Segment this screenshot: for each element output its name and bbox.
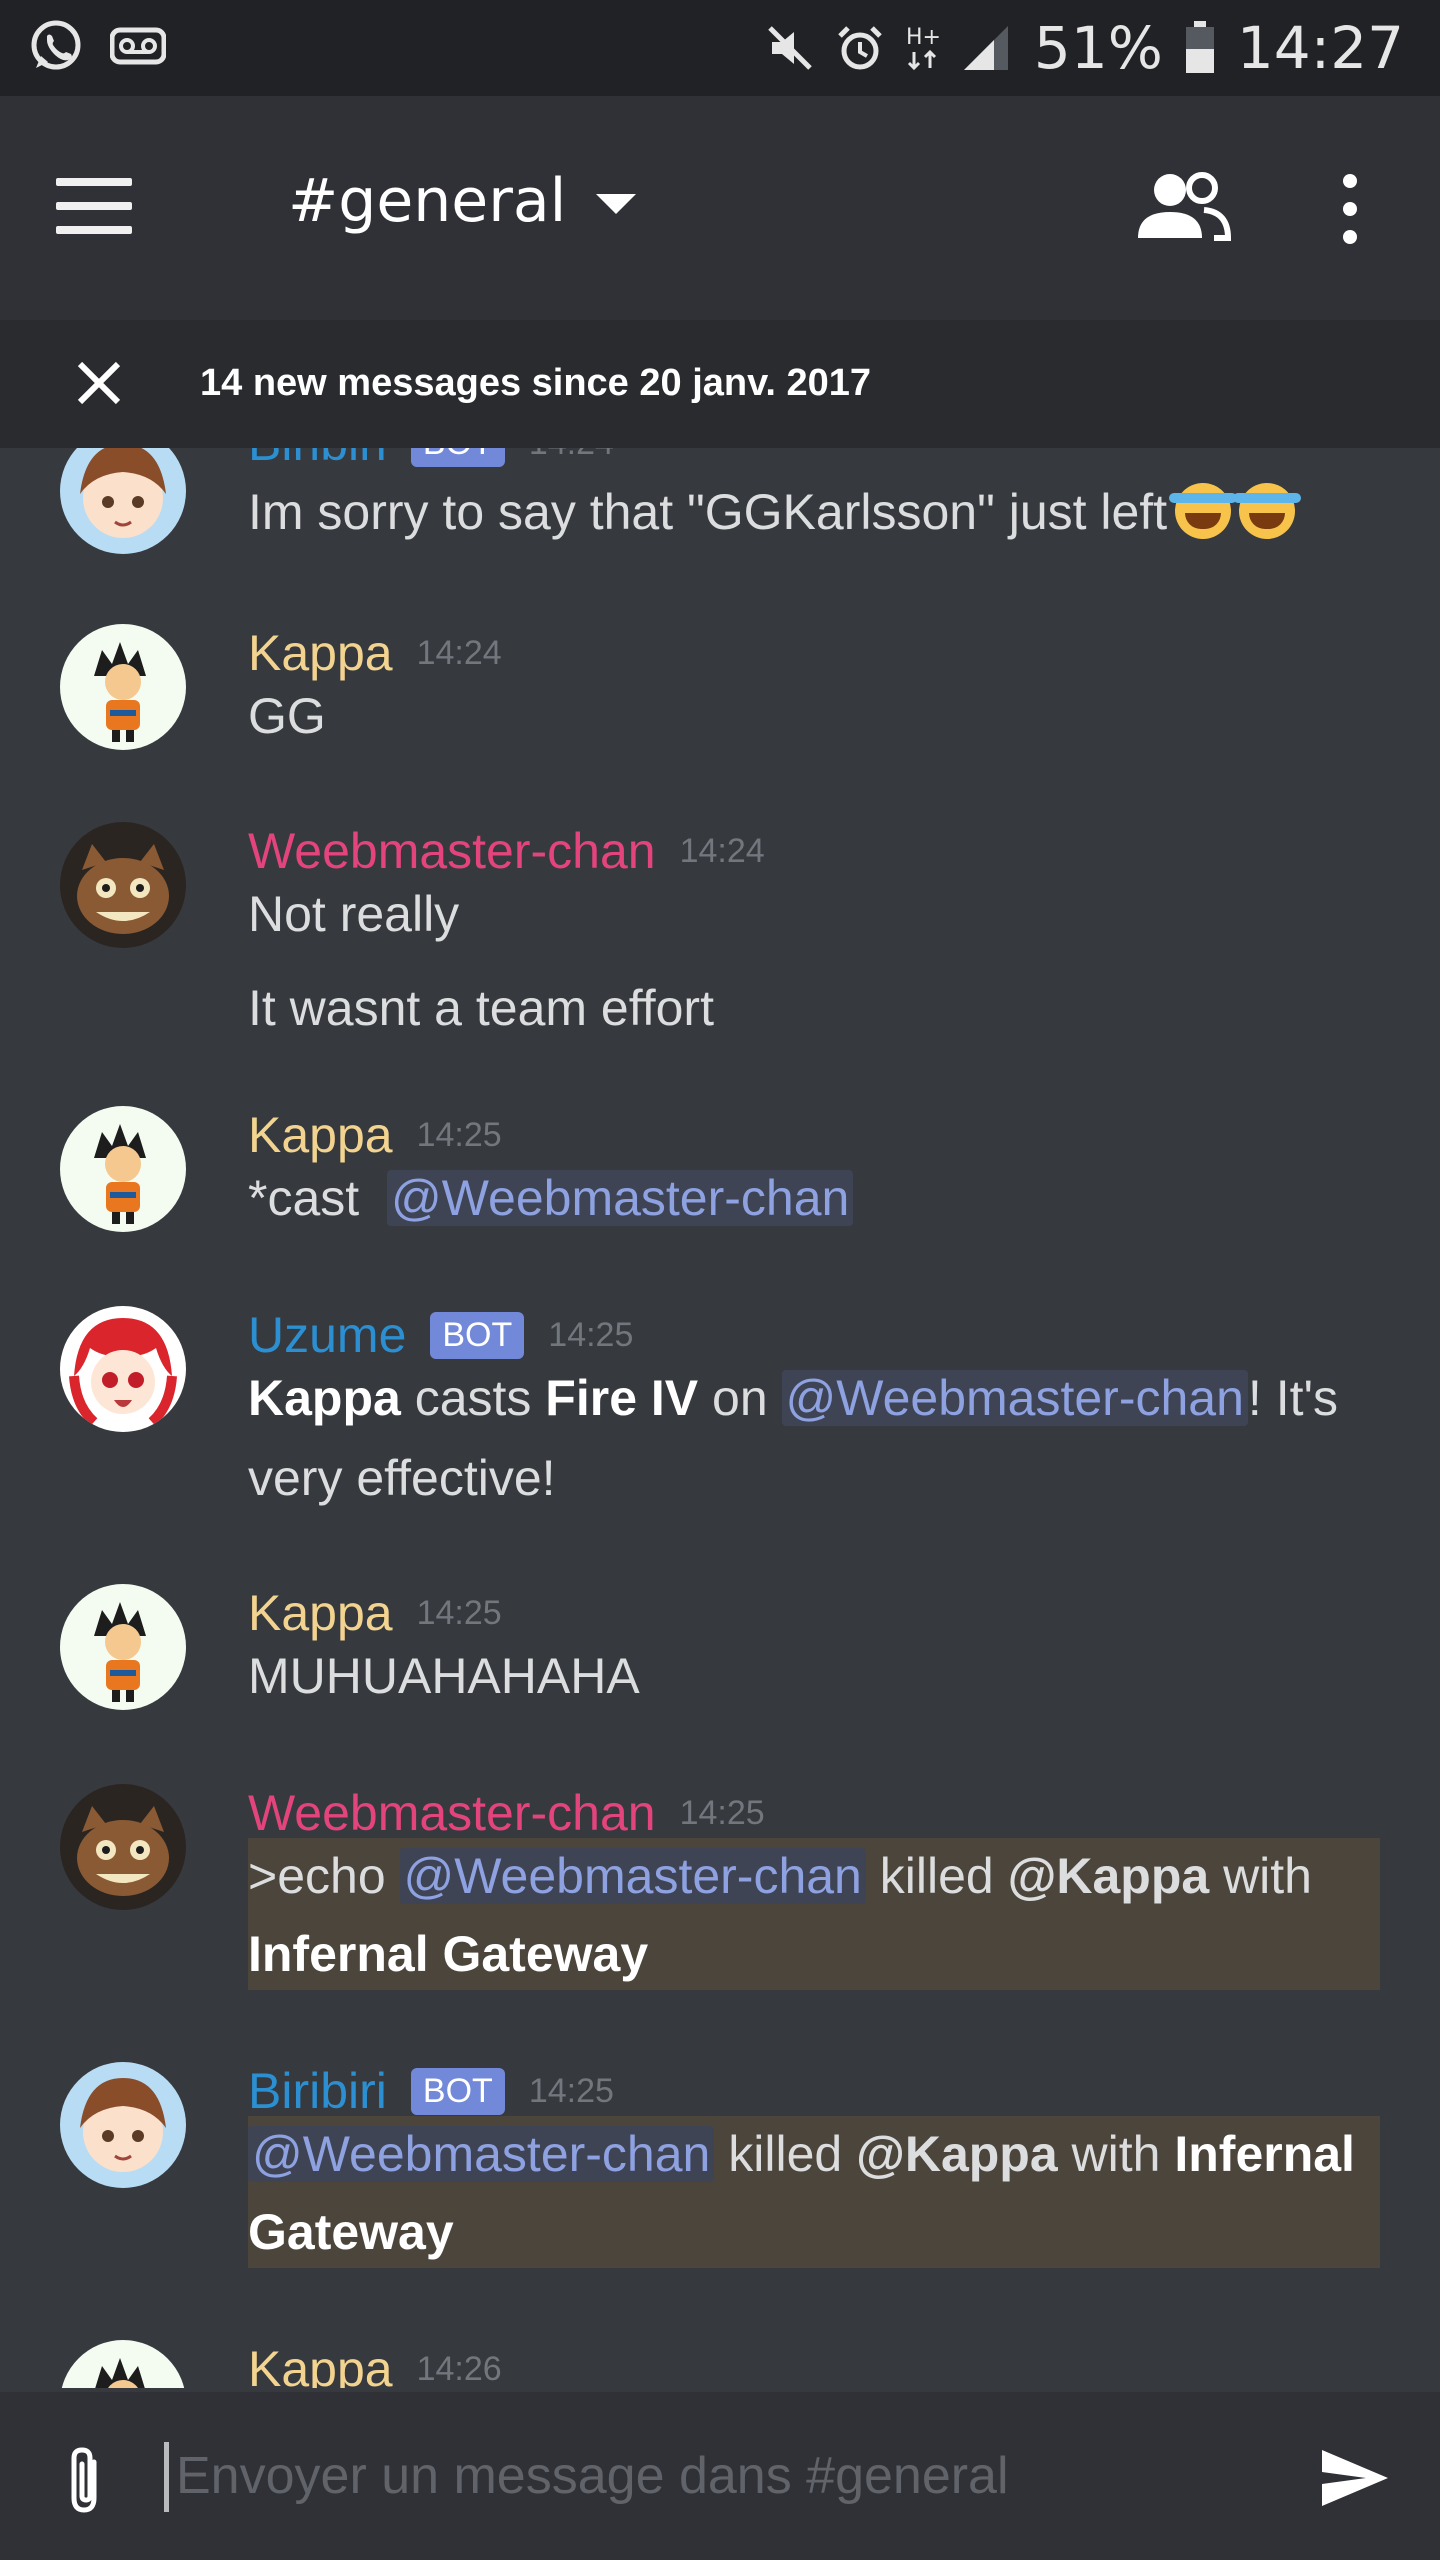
message-author[interactable]: Weebmaster-chan: [248, 1784, 656, 1842]
joy-emoji-icon: [1233, 483, 1302, 539]
message-author[interactable]: Kappa: [248, 624, 393, 682]
user-mention[interactable]: @Weebmaster-chan: [781, 1370, 1248, 1426]
message-time: 14:25: [528, 2071, 614, 2110]
avatar[interactable]: [60, 2340, 186, 2388]
mute-icon: [766, 24, 814, 72]
status-bar: H+ 51% 14:27: [0, 0, 1440, 96]
user-mention[interactable]: @Kappa: [856, 2126, 1058, 2182]
message-time: 14:25: [416, 1115, 502, 1154]
message-text: Infernal Gateway: [248, 1926, 649, 1982]
paperclip-icon[interactable]: [60, 2444, 110, 2520]
user-mention[interactable]: @Kappa: [1008, 1848, 1210, 1904]
close-icon[interactable]: [74, 358, 124, 408]
user-mention[interactable]: @Weebmaster-chan: [248, 2126, 715, 2182]
message-time: 14:25: [548, 1315, 634, 1354]
avatar[interactable]: [60, 1306, 186, 1432]
message-time: 14:24: [529, 448, 614, 463]
avatar[interactable]: [60, 2062, 186, 2188]
bot-badge: BOT: [430, 1311, 525, 1359]
message-time: 14:25: [679, 1793, 765, 1832]
whatsapp-icon: [28, 18, 84, 74]
voicemail-icon: [110, 26, 166, 66]
message-input-placeholder: Envoyer un message dans #general: [176, 2447, 1009, 2505]
message-author[interactable]: Kappa: [248, 1106, 393, 1164]
message-text: MUHUAHAHAHA: [248, 1648, 640, 1704]
user-mention[interactable]: @Weebmaster-chan: [399, 1848, 866, 1904]
user-mention[interactable]: @Weebmaster-chan: [386, 1170, 854, 1226]
message-composer: Envoyer un message dans #general: [0, 2392, 1440, 2560]
message-text: It wasnt a team effort: [248, 980, 714, 1036]
avatar[interactable]: [60, 1106, 186, 1232]
alarm-icon: [836, 24, 884, 72]
status-time: 14:27: [1236, 14, 1404, 82]
avatar[interactable]: [60, 624, 186, 750]
message-text: *cast @Weebmaster-chan: [248, 1158, 1380, 1238]
message-time: 14:26: [416, 2349, 502, 2388]
message-list[interactable]: Biribiri BOT 14:24 Im sorry to say that …: [0, 448, 1440, 2388]
message-author[interactable]: Uzume: [248, 1306, 406, 1364]
message-author[interactable]: Weebmaster-chan: [248, 822, 656, 880]
h-plus-icon: H+: [906, 22, 940, 74]
hamburger-icon[interactable]: [56, 178, 136, 234]
message-text: GG: [248, 688, 326, 744]
bot-badge: BOT: [410, 448, 505, 467]
joy-emoji-icon: [1169, 483, 1238, 539]
avatar[interactable]: [60, 1584, 186, 1710]
message-text: Im sorry to say that "GGKarlsson" just l…: [248, 472, 1380, 552]
message-time: 14:25: [416, 1593, 502, 1632]
message-author[interactable]: Kappa: [248, 1584, 393, 1642]
message-time: 14:24: [416, 633, 502, 672]
message-text: @Weebmaster-chan killed @Kappa with Infe…: [248, 2114, 1380, 2194]
message-time: 14:24: [679, 831, 765, 870]
bot-badge: BOT: [410, 2067, 505, 2115]
message-text: Not really: [248, 886, 460, 942]
app-bar: #general: [0, 96, 1440, 320]
battery-percent: 51%: [1033, 14, 1163, 82]
channel-selector[interactable]: #general: [288, 166, 637, 236]
signal-icon: [962, 24, 1012, 72]
message-text: very effective!: [248, 1450, 556, 1506]
message-text: Kappa casts Fire IV on @Weebmaster-chan!…: [248, 1370, 1339, 1426]
message-text: Gateway: [248, 2204, 454, 2260]
new-messages-banner: 14 new messages since 20 janv. 2017: [0, 320, 1440, 448]
message-author[interactable]: Biribiri: [248, 2062, 387, 2120]
message-author[interactable]: Kappa: [248, 2340, 393, 2388]
battery-icon: [1185, 21, 1215, 75]
avatar[interactable]: [60, 822, 186, 948]
avatar[interactable]: [60, 1784, 186, 1910]
members-icon[interactable]: [1132, 168, 1232, 248]
message-text: >echo @Weebmaster-chan killed @Kappa wit…: [248, 1848, 1312, 1904]
avatar[interactable]: [60, 448, 186, 554]
more-vertical-icon[interactable]: [1330, 174, 1370, 254]
svg-text:H+: H+: [906, 25, 940, 50]
channel-name: #general: [288, 166, 567, 236]
send-icon[interactable]: [1320, 2446, 1390, 2510]
chevron-down-icon: [596, 194, 637, 214]
new-messages-text: 14 new messages since 20 janv. 2017: [200, 362, 872, 404]
text-cursor: [164, 2442, 169, 2512]
message-author[interactable]: Biribiri: [248, 448, 387, 472]
